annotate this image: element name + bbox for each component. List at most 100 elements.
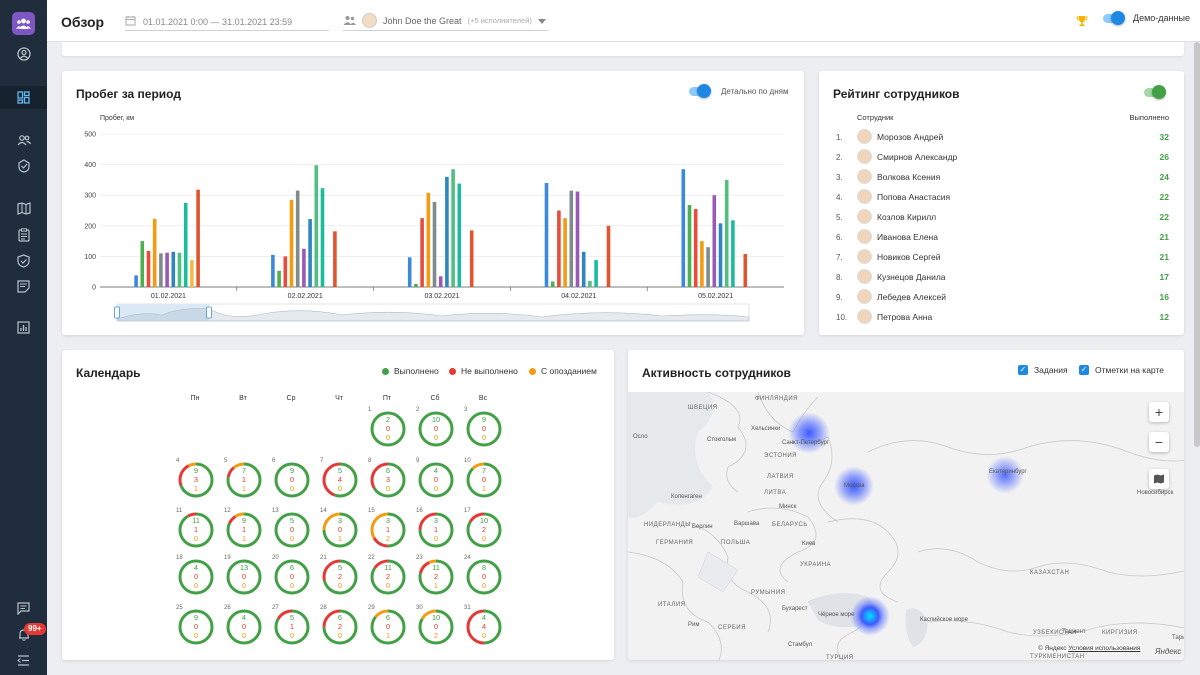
bar[interactable] [165,252,169,287]
bar[interactable] [581,251,586,287]
bar[interactable] [196,189,200,287]
bar[interactable] [277,270,281,287]
bar[interactable] [438,276,443,287]
employee-name: Лебедев Алексей [877,292,946,302]
bar[interactable] [146,250,151,287]
demo-data-switch[interactable]: Демо-данные [1103,10,1190,25]
bar[interactable] [407,257,412,287]
bar[interactable] [445,176,449,287]
done-value: 6 [385,466,391,475]
demo-toggle[interactable] [1103,10,1125,25]
bar[interactable] [271,254,275,287]
bar[interactable] [687,204,692,287]
range-handle[interactable] [114,306,120,319]
bar[interactable] [333,231,337,287]
bar[interactable] [681,169,686,287]
bar[interactable] [743,253,748,287]
rating-toggle[interactable] [1144,85,1166,99]
collapse-menu-icon[interactable] [13,650,34,671]
bar[interactable] [183,202,188,287]
not-done-value: 1 [385,525,391,534]
page-scrollbar[interactable] [1194,42,1200,447]
bar[interactable] [152,218,157,287]
clipboard-icon[interactable] [13,224,34,245]
bar[interactable] [283,256,288,287]
bar[interactable] [289,199,294,287]
not-done-value: 0 [433,622,439,631]
map-marks-checkbox[interactable]: ✓ Отметки на карте [1079,365,1164,375]
people-icon[interactable] [13,129,34,150]
map-layers-button[interactable] [1149,469,1169,489]
bar[interactable] [414,283,418,287]
bar[interactable] [550,281,555,287]
bar[interactable] [308,219,312,287]
bar[interactable] [706,247,710,287]
chat-icon[interactable] [13,598,34,619]
bar[interactable] [420,218,424,287]
bar[interactable] [134,275,138,287]
bar[interactable] [724,179,729,287]
bar[interactable] [712,195,717,287]
day-values: 312 [370,516,406,543]
bar[interactable] [177,252,182,287]
rating-row[interactable]: 10. Петрова Анна 12 [819,307,1189,327]
dashboard-icon[interactable] [0,86,47,109]
activity-map[interactable]: ФИНЛЯНДИЯ ШВЕЦИЯ Хельсинки Санкт-Петербург О… [628,392,1184,660]
bar[interactable] [295,190,300,287]
not-done-value: 0 [433,424,439,433]
zoom-out-button[interactable]: − [1149,432,1169,452]
terms-link[interactable]: Условия использования [1068,645,1140,652]
day-values: 701 [466,466,502,493]
bar[interactable] [426,192,431,287]
rating-row[interactable]: 8. Кузнецов Данила 17 [819,267,1189,287]
employee-selector[interactable]: John Doe the Great (+5 исполнителей) [343,11,548,31]
tasks-checkbox[interactable]: ✓ Задания [1018,365,1068,375]
bar[interactable] [171,251,176,287]
bar[interactable] [190,260,194,287]
day-values: 400 [418,466,454,493]
bar[interactable] [314,165,319,287]
trophy-icon[interactable] [1076,14,1088,32]
range-handle[interactable] [206,306,212,319]
bar[interactable] [302,248,306,287]
rank-number: 2. [836,153,843,162]
employee-name: Попова Анастасия [877,192,951,202]
map-icon[interactable] [13,198,34,219]
route-check-icon[interactable] [13,155,34,176]
bar[interactable] [606,225,611,287]
rating-row[interactable]: 3. Волкова Ксения 24 [819,167,1189,187]
bar[interactable] [731,220,735,287]
bar-chart-icon[interactable] [13,317,34,338]
bar[interactable] [451,169,455,287]
bar[interactable] [563,218,567,287]
rating-row[interactable]: 5. Козлов Кирилл 22 [819,207,1189,227]
bar[interactable] [557,210,561,288]
bar[interactable] [575,191,580,287]
bar[interactable] [159,253,163,287]
bar[interactable] [693,208,698,287]
bar[interactable] [544,182,549,287]
bar[interactable] [457,183,462,287]
bar[interactable] [700,241,704,287]
map-label: ЛАТВИЯ [767,474,794,480]
rating-row[interactable]: 9. Лебедев Алексей 16 [819,287,1189,307]
rating-row[interactable]: 1. Морозов Андрей 32 [819,127,1189,147]
rating-row[interactable]: 2. Смирнов Александр 26 [819,147,1189,167]
bar[interactable] [432,201,437,287]
bar[interactable] [140,241,145,287]
rating-row[interactable]: 7. Новиков Сергей 21 [819,247,1189,267]
account-circle-icon[interactable] [13,43,34,64]
bar[interactable] [718,223,723,287]
bar[interactable] [469,230,474,287]
note-icon[interactable] [13,276,34,297]
app-logo-icon[interactable] [12,12,35,35]
rating-row[interactable]: 4. Попова Анастасия 22 [819,187,1189,207]
date-range-picker[interactable]: 01.01.2021 0:00 — 31.01.2021 23:59 [125,13,329,31]
zoom-in-button[interactable]: + [1149,402,1169,422]
bar[interactable] [569,190,574,287]
bar[interactable] [588,280,592,287]
shield-check-icon[interactable] [13,250,34,271]
bar[interactable] [594,260,598,287]
bar[interactable] [320,188,325,287]
rating-row[interactable]: 6. Иванова Елена 21 [819,227,1189,247]
